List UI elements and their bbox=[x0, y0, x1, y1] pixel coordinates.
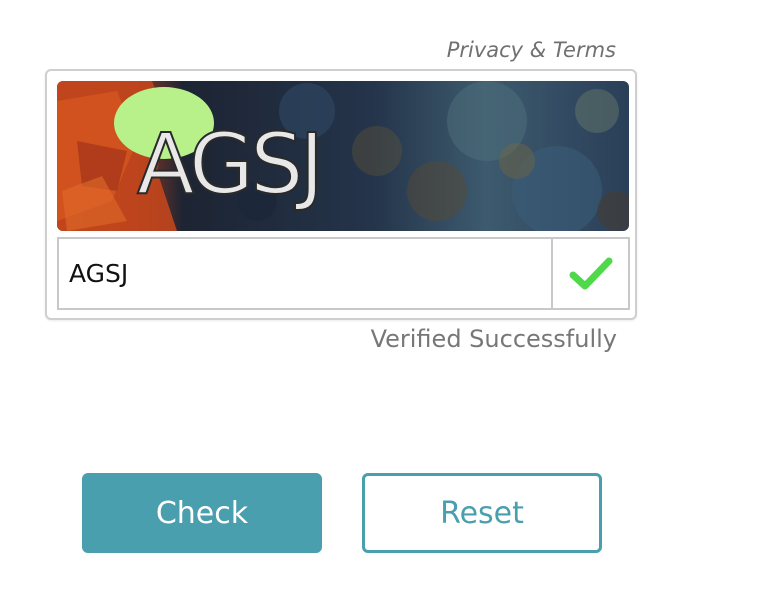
captcha-widget: AGSJ bbox=[45, 69, 637, 320]
checkmark-icon bbox=[569, 257, 612, 289]
captcha-answer-row bbox=[57, 237, 630, 310]
captcha-answer-input[interactable] bbox=[59, 239, 551, 308]
check-button[interactable]: Check bbox=[82, 473, 322, 553]
privacy-terms-link[interactable]: Privacy & Terms bbox=[400, 38, 616, 62]
captcha-letters: AGSJ bbox=[137, 115, 320, 213]
captcha-page: Privacy & Terms AGSJ AGSJ Verified Succe… bbox=[0, 0, 764, 592]
verification-message: Verified Successfully bbox=[370, 325, 617, 353]
verification-status bbox=[551, 239, 628, 308]
captcha-image: AGSJ bbox=[57, 81, 629, 231]
reset-button[interactable]: Reset bbox=[362, 473, 602, 553]
